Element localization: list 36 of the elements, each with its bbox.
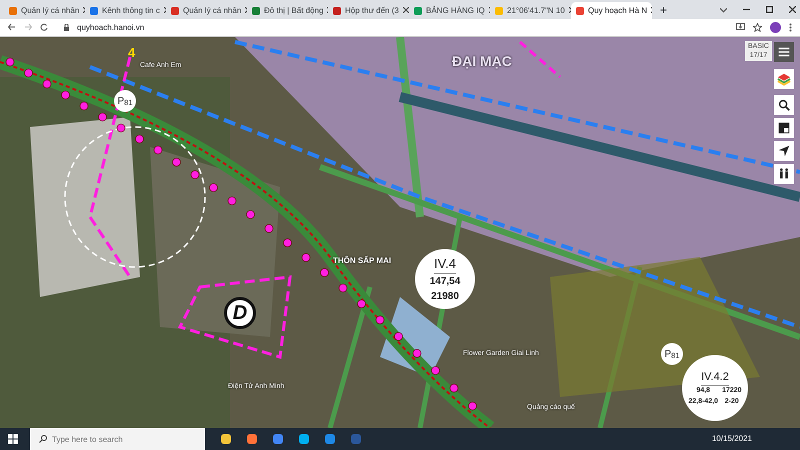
avatar-icon[interactable] xyxy=(770,22,781,33)
browser-tab[interactable]: Hộp thư đến (3 xyxy=(328,2,409,19)
browser-tab[interactable]: Quản lý cá nhân xyxy=(4,2,85,19)
star-icon[interactable] xyxy=(753,22,762,34)
frame-icon[interactable] xyxy=(774,118,794,138)
lock-icon xyxy=(64,22,69,34)
more-menu-icon[interactable] xyxy=(789,22,792,34)
address-field[interactable]: quyhoach.hanoi.vn xyxy=(77,22,144,34)
favicon-icon xyxy=(333,6,341,14)
favicon-icon xyxy=(90,6,98,14)
area-label: ĐẠI MẠC xyxy=(452,52,512,71)
menu-icon[interactable] xyxy=(774,42,794,62)
layers-icon[interactable] xyxy=(774,69,794,89)
browser-tab[interactable]: Quản lý cá nhân xyxy=(166,2,247,19)
browser-tab[interactable]: Kênh thông tin c xyxy=(85,2,166,19)
new-tab-button[interactable]: + xyxy=(660,0,668,18)
people-icon[interactable] xyxy=(774,164,794,184)
plot-number: 4 xyxy=(128,44,136,62)
reload-icon[interactable] xyxy=(40,22,48,34)
taskbar-date: 10/15/2021 xyxy=(712,433,752,445)
browser-tab[interactable]: BẢNG HÀNG IQ xyxy=(409,2,490,19)
browser-tab[interactable]: 21°06'41.7"N 10 xyxy=(490,2,571,19)
area-label: THÔN SẤP MAI xyxy=(333,255,392,267)
zoom-icon[interactable] xyxy=(774,95,794,115)
favicon-icon xyxy=(414,6,422,14)
browser-tab[interactable]: Đô thị | Bất động xyxy=(247,2,328,19)
favicon-icon xyxy=(171,6,179,14)
favicon-icon xyxy=(9,6,17,14)
satellite-map-drawing[interactable] xyxy=(0,37,800,428)
search-icon xyxy=(39,435,47,443)
favicon-icon xyxy=(576,6,584,14)
favicon-icon xyxy=(252,6,260,14)
browser-tab[interactable]: Quy hoạch Hà N xyxy=(571,2,652,19)
maximize-icon[interactable] xyxy=(766,4,773,16)
taskbar-search-field[interactable]: Type here to search xyxy=(30,428,205,450)
favicon-icon xyxy=(495,6,503,14)
